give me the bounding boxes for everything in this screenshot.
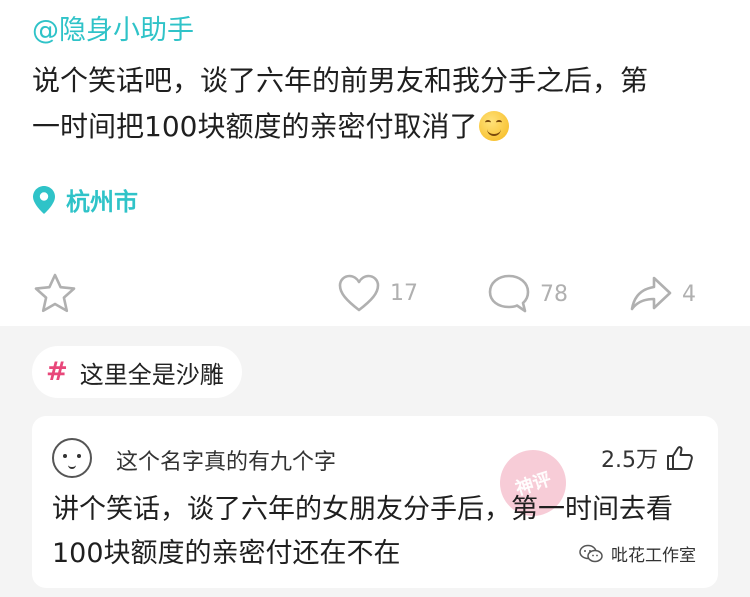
post-card: @隐身小助手 说个笑话吧，谈了六年的前男友和我分手之后，第 一时间把100块额度…	[0, 0, 750, 326]
comment-text-line-1: 讲个笑话，谈了六年的女朋友分手后，第一时间去看	[52, 494, 673, 525]
hashtag-icon: #	[46, 357, 68, 387]
thumbs-up-icon	[667, 446, 693, 470]
like-count: 17	[390, 280, 418, 306]
comment-username[interactable]: 这个名字真的有九个字	[116, 444, 336, 476]
comment-like-count: 2.5万	[601, 448, 658, 473]
avatar[interactable]	[52, 438, 92, 478]
heart-icon	[338, 274, 380, 312]
comment-bubble-icon	[488, 274, 530, 313]
wechat-icon	[579, 544, 603, 562]
comment-button[interactable]: 78	[486, 272, 568, 316]
location-tag[interactable]: 杭州市	[32, 182, 138, 217]
post-actions: 17 78 4	[0, 268, 750, 320]
share-button[interactable]: 4	[628, 272, 696, 316]
comment-like-button[interactable]: 2.5万	[601, 442, 694, 474]
topic-label: 这里全是沙雕	[79, 360, 224, 389]
like-button[interactable]: 17	[336, 272, 418, 314]
top-comment-card: 这个名字真的有九个字 神评 2.5万 讲个笑话，谈了六年的女朋友分手后，第一时间…	[32, 416, 718, 588]
topic-tag[interactable]: # 这里全是沙雕	[32, 346, 242, 398]
share-count: 4	[682, 281, 696, 307]
post-text: 说个笑话吧，谈了六年的前男友和我分手之后，第 一时间把100块额度的亲密付取消了	[32, 58, 732, 150]
location-label: 杭州市	[66, 188, 138, 216]
post-text-line-2-wrap: 一时间把100块额度的亲密付取消了	[32, 104, 732, 150]
post-text-line-2: 一时间把100块额度的亲密付取消了	[32, 110, 478, 143]
mention-link[interactable]: @隐身小助手	[32, 8, 194, 47]
post-text-line-1: 说个笑话吧，谈了六年的前男友和我分手之后，第	[32, 64, 649, 97]
star-icon	[34, 273, 76, 313]
location-pin-icon	[33, 185, 55, 214]
comment-count: 78	[540, 281, 568, 307]
watermark: 吡花工作室	[579, 541, 696, 566]
smile-emoji-icon	[479, 111, 510, 141]
favorite-button[interactable]	[32, 272, 78, 316]
share-arrow-icon	[630, 276, 672, 311]
watermark-label: 吡花工作室	[611, 546, 696, 566]
